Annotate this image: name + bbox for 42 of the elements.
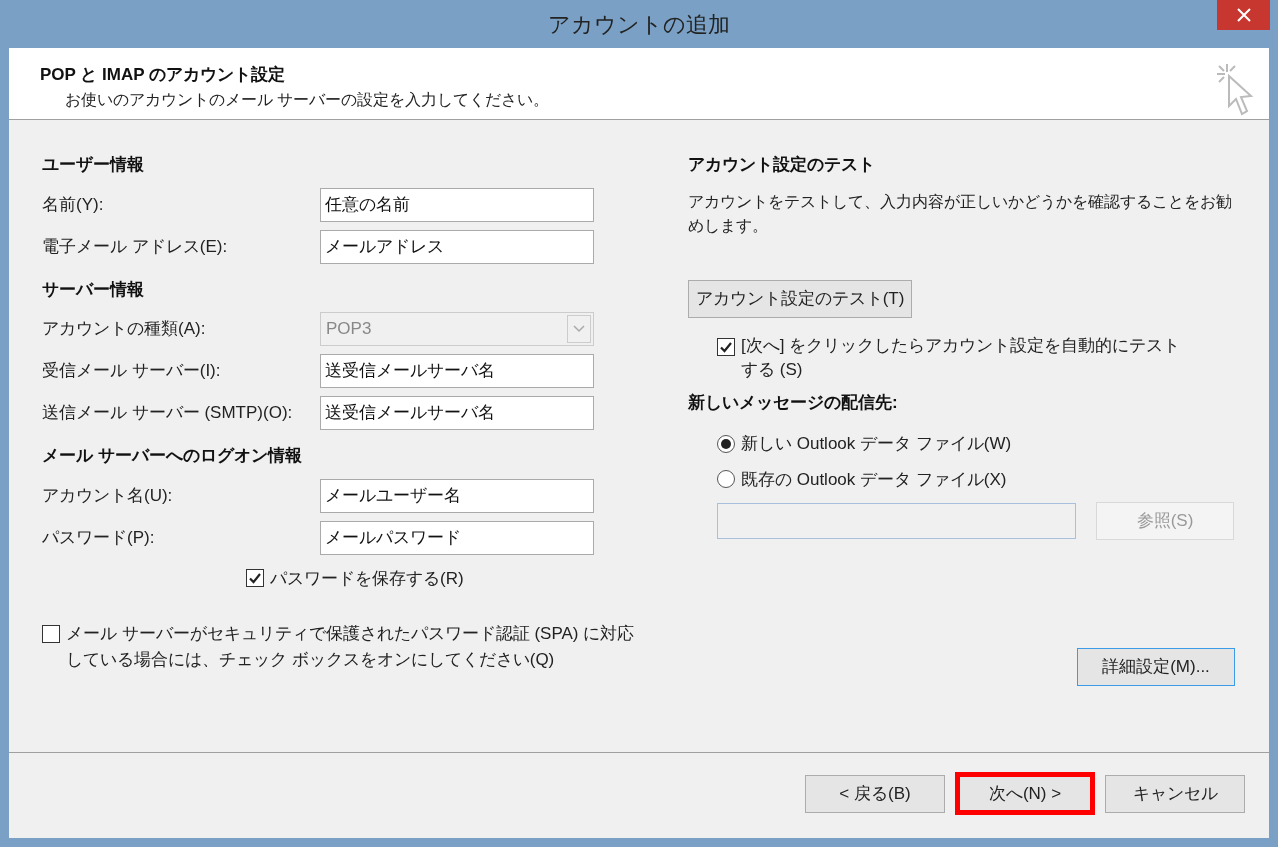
checkbox[interactable] [717,337,735,356]
test-account-button[interactable]: アカウント設定のテスト(T) [688,279,912,318]
input-field[interactable]: 送受信メールサーバ名 [320,354,594,388]
radio-label: 新しい Outlook データ ファイル(W) [741,433,1012,455]
field-label: 送信メール サーバー (SMTP)(O): [42,402,294,425]
input-field[interactable]: 送受信メールサーバ名 [320,396,594,430]
dialog-button[interactable]: 次へ(N) > [955,772,1095,815]
checkbox-label: メール サーバーがセキュリティで保護されたパスワード認証 (SPA) に対応している場合には、チェック ボックスをオンにしてください(Q) [66,623,636,671]
checkbox-label: パスワードを保存する(R) [270,567,464,590]
input-field[interactable]: 任意の名前 [320,187,594,222]
field-label: アカウント名(U): [42,484,174,507]
section-heading: サーバー情報 [42,278,145,301]
field-label: 名前(Y): [42,193,105,216]
section-heading: メール サーバーへのログオン情報 [42,445,303,467]
field-label: 受信メール サーバー(I): [42,360,222,383]
radio-label: 既存の Outlook データ ファイル(X) [741,468,1007,491]
input-field[interactable]: メールユーザー名 [320,478,594,513]
advanced-settings-button[interactable]: 詳細設定(M)... [1077,648,1235,686]
dialog-button[interactable]: キャンセル [1105,774,1245,813]
radio-button[interactable] [717,434,735,453]
page-heading: POP と IMAP のアカウント設定 [40,64,286,86]
field-label: アカウントの種類(A): [42,318,207,341]
page-subtitle: お使いのアカウントのメール サーバーの設定を入力してください。 [64,89,550,110]
checkbox-label: [次へ] をクリックしたらアカウント設定を自動的にテストする (S) [741,334,1182,381]
input-field[interactable]: メールアドレス [320,229,594,264]
description-text: アカウントをテストして、入力内容が正しいかどうかを確認することをお勧めします。 [688,191,1233,236]
input-field[interactable]: メールパスワード [320,520,594,555]
field-label: 電子メール アドレス(E): [42,235,229,258]
checkmark-icon [248,571,262,586]
section-heading: 新しいメッセージの配信先: [688,391,899,414]
section-heading: アカウント設定のテスト [688,154,876,176]
dialog-button[interactable]: < 戻る(B) [805,774,945,813]
checkbox[interactable] [42,625,60,643]
field-label: パスワード(P): [42,526,156,549]
section-heading: ユーザー情報 [42,154,145,176]
close-icon [1236,8,1251,22]
radio-button[interactable] [717,470,735,489]
close-button[interactable] [1217,0,1270,30]
window-title: アカウントの追加 [548,10,730,39]
checkbox[interactable] [246,569,264,588]
chevron-down-icon [567,315,591,343]
input-field[interactable] [717,503,1076,539]
